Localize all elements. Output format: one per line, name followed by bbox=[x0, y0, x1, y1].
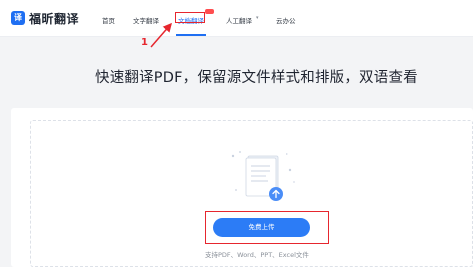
free-upload-button[interactable]: 免费上传 bbox=[213, 218, 310, 237]
annotation-number-1: 1 bbox=[141, 37, 148, 48]
document-upload-icon bbox=[231, 151, 295, 201]
arrow-to-doc-translate bbox=[150, 22, 172, 48]
page-headline: 快速翻译PDF，保留源文件样式和排版，双语查看 bbox=[95, 70, 418, 86]
supported-formats-text: 支持PDF、Word、PPT、Excel文件 bbox=[205, 251, 309, 259]
